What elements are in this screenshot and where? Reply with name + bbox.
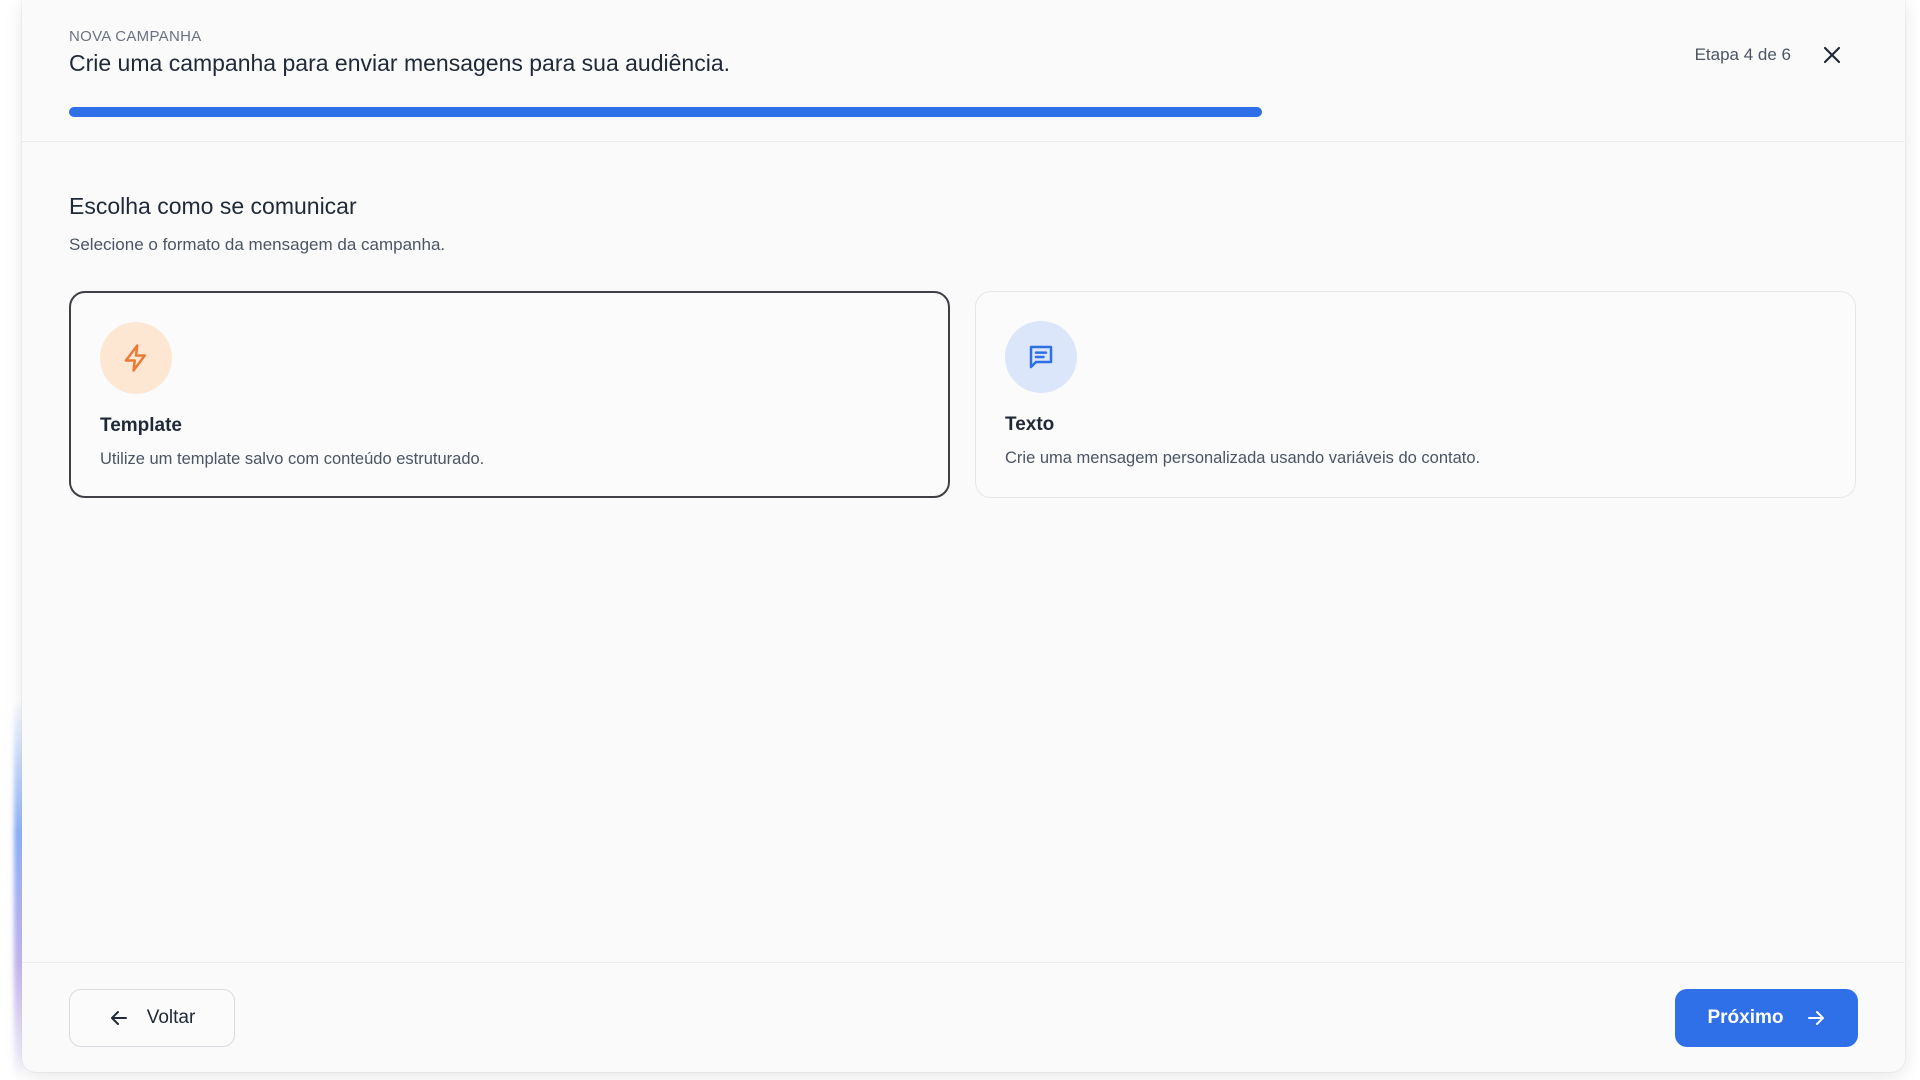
back-button[interactable]: Voltar	[69, 989, 235, 1047]
option-title: Template	[100, 415, 183, 436]
progress-bar-fill	[69, 107, 1263, 117]
step-indicator: Etapa 4 de 6	[1694, 45, 1791, 64]
progress-bar	[69, 107, 1859, 117]
message-square-icon	[1029, 345, 1053, 369]
modal-footer: Voltar Próximo	[22, 962, 1905, 1072]
back-button-label: Voltar	[146, 1007, 196, 1028]
arrow-right-icon	[1807, 1011, 1824, 1025]
modal-title: Crie uma campanha para enviar mensagens …	[69, 50, 731, 76]
section-title: Escolha como se comunicar	[69, 193, 357, 219]
next-button-label: Próximo	[1707, 1007, 1784, 1028]
next-button[interactable]: Próximo	[1675, 989, 1858, 1047]
option-card-template[interactable]: Template Utilize um template salvo com c…	[69, 291, 950, 498]
lightning-icon	[124, 344, 146, 372]
section-subtitle: Selecione o formato da mensagem da campa…	[69, 235, 446, 254]
option-description: Crie uma mensagem personalizada usando v…	[1005, 449, 1481, 467]
modal-header: NOVA CAMPANHA Crie uma campanha para env…	[22, 0, 1905, 142]
close-button[interactable]	[1817, 40, 1847, 70]
arrow-left-icon	[110, 1011, 127, 1025]
option-description: Utilize um template salvo com conteúdo e…	[100, 450, 485, 468]
close-icon	[1823, 46, 1841, 64]
option-title: Texto	[1005, 414, 1055, 435]
new-campaign-modal: NOVA CAMPANHA Crie uma campanha para env…	[22, 0, 1905, 1072]
text-icon-badge	[1005, 321, 1077, 393]
template-icon-badge	[100, 322, 172, 394]
option-card-text[interactable]: Texto Crie uma mensagem personalizada us…	[975, 291, 1856, 498]
modal-eyebrow: NOVA CAMPANHA	[69, 28, 202, 45]
